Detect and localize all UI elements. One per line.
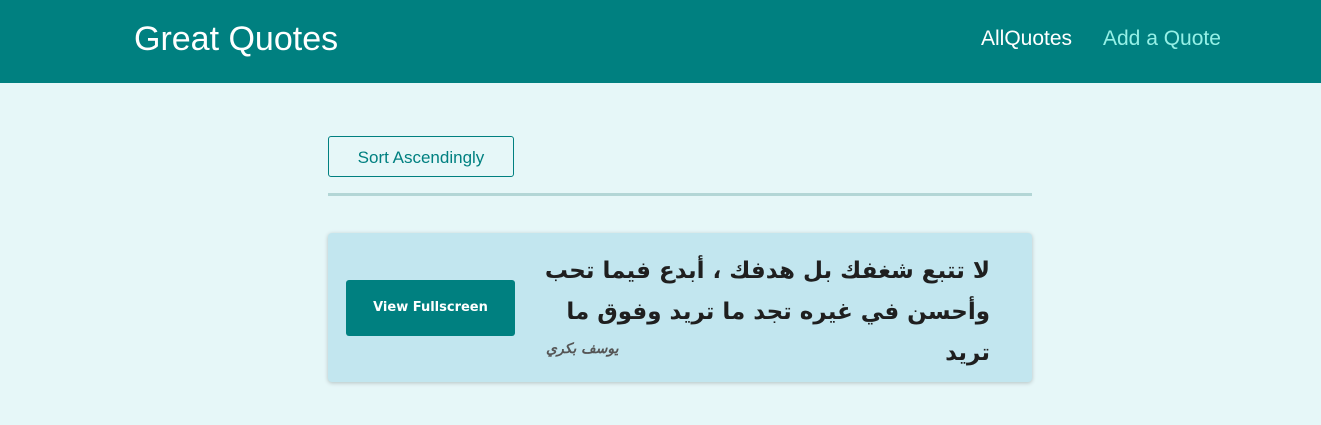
- app-logo: Great Quotes: [134, 20, 339, 58]
- nav-link-add-quote[interactable]: Add a Quote: [1103, 26, 1221, 52]
- view-fullscreen-button[interactable]: View Fullscreen: [346, 280, 515, 336]
- quote-card: View Fullscreen لا تتبع شغفك بل هدفك ، أ…: [328, 233, 1032, 382]
- nav-link-all-quotes[interactable]: AllQuotes: [981, 26, 1072, 52]
- divider: [328, 193, 1032, 196]
- top-header: Great Quotes AllQuotes Add a Quote: [0, 0, 1321, 83]
- sort-button[interactable]: Sort Ascendingly: [328, 136, 514, 177]
- quote-author: يوسف بكري: [546, 341, 619, 357]
